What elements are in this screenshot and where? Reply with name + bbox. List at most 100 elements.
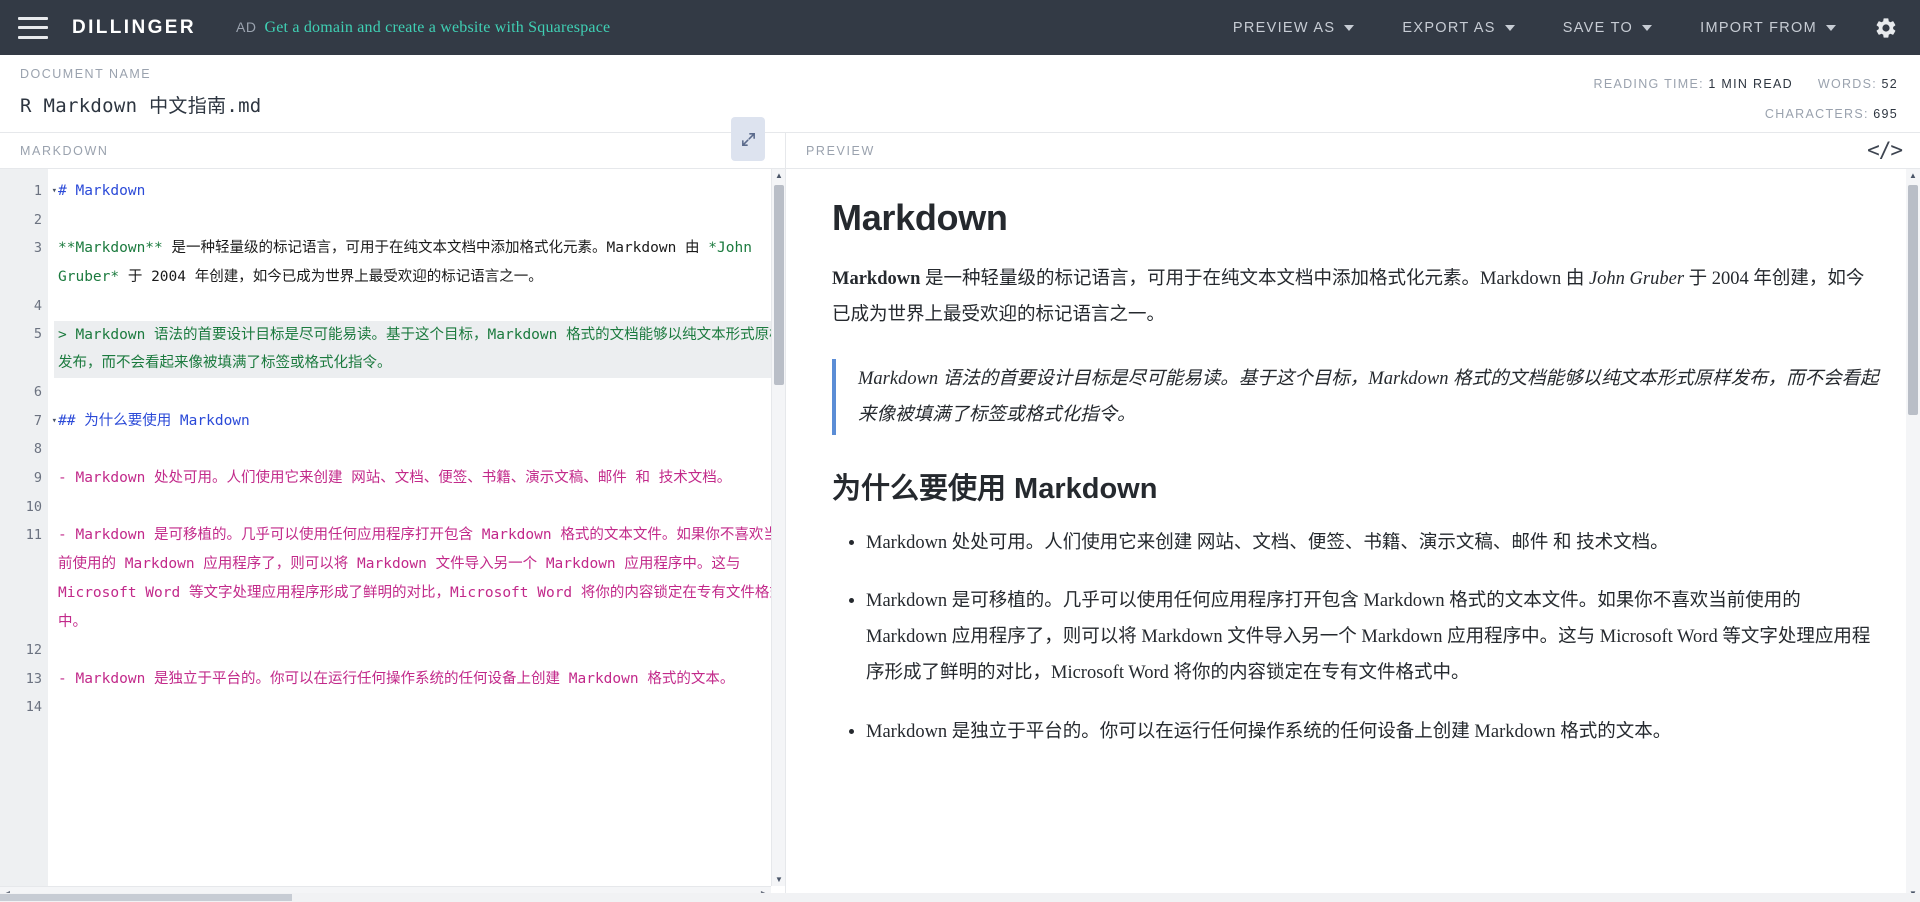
menu-save-to[interactable]: SAVE TO xyxy=(1539,20,1676,36)
line-number: 6 xyxy=(33,383,42,400)
characters-label: CHARACTERS: xyxy=(1764,106,1869,121)
code-token: - Markdown 是独立于平台的。你可以在运行任何操作系统的任何设备上创建 … xyxy=(58,670,735,687)
preview-paragraph-1: Markdown 是一种轻量级的标记语言，可用于在纯文本文档中添加格式化元素。M… xyxy=(832,261,1880,333)
code-token: - Markdown 是可移植的。几乎可以使用任何应用程序打开包含 Markdo… xyxy=(58,527,784,630)
ad-banner: AD Get a domain and create a website wit… xyxy=(236,19,610,37)
code-token: 于 2004 年创建，如今已成为世界上最受欢迎的标记语言之一。 xyxy=(119,269,543,286)
gear-icon[interactable] xyxy=(1874,16,1898,40)
code-token: ## 为什么要使用 Markdown xyxy=(58,412,250,429)
preview-scroll-thumb[interactable] xyxy=(1908,185,1918,415)
chevron-down-icon xyxy=(1504,24,1515,31)
reading-time-label: READING TIME: xyxy=(1593,77,1704,91)
ad-link[interactable]: Get a domain and create a website with S… xyxy=(264,19,610,37)
ad-label: AD xyxy=(236,18,257,35)
code-line[interactable]: ## 为什么要使用 Markdown xyxy=(54,407,785,436)
preview-scroll-region[interactable]: Markdown Markdown 是一种轻量级的标记语言，可用于在纯文本文档中… xyxy=(786,169,1920,900)
menu-save-to-label: SAVE TO xyxy=(1562,19,1634,36)
menu-export-as-label: EXPORT AS xyxy=(1402,19,1496,36)
code-line[interactable] xyxy=(54,493,785,522)
editor-preview-panes: MARKDOWN 1 ▾ 2 3 4 5 6 7 ▾ 8 9 10 11 12 13 14 # Markdow… xyxy=(0,117,1920,901)
markdown-code-area[interactable]: # Markdown **Markdown** 是一种轻量级的标记语言，可用于在… xyxy=(48,169,785,900)
preview-para1-text-a: 是一种轻量级的标记语言，可用于在纯文本文档中添加格式化元素。Markdown 由 xyxy=(920,269,1589,289)
code-line[interactable]: > Markdown 语法的首要设计目标是尽可能易读。基于这个目标，Markdo… xyxy=(54,320,785,378)
top-navbar: DILLINGER AD Get a domain and create a w… xyxy=(0,0,1920,55)
code-line[interactable]: - Markdown 处处可用。人们使用它来创建 网站、文档、便签、书籍、演示文… xyxy=(54,464,785,493)
code-line[interactable] xyxy=(54,435,785,464)
fold-arrow-icon[interactable]: ▾ xyxy=(52,177,57,206)
line-number: 7 ▾ xyxy=(0,407,57,436)
code-token: **Markdown** xyxy=(58,240,163,257)
preview-scroll-up-arrow-icon[interactable]: ▲ xyxy=(1906,171,1920,180)
line-number: 14 xyxy=(25,699,42,716)
scroll-down-arrow-icon[interactable]: ▼ xyxy=(772,875,785,884)
line-number: 2 xyxy=(33,211,42,228)
app-brand[interactable]: DILLINGER xyxy=(72,17,196,39)
preview-para1-emphasis: John Gruber xyxy=(1588,269,1685,289)
chevron-down-icon xyxy=(1642,24,1653,31)
scroll-up-arrow-icon[interactable]: ▲ xyxy=(772,171,785,180)
document-info-bar: DOCUMENT NAME R Markdown 中文指南.md READING… xyxy=(0,55,1920,133)
page-scroll-thumb[interactable] xyxy=(0,894,292,901)
code-line[interactable]: **Markdown** 是一种轻量级的标记语言，可用于在纯文本文档中添加格式化… xyxy=(54,234,785,291)
code-line[interactable] xyxy=(54,694,785,723)
code-token: - Markdown 处处可用。人们使用它来创建 网站、文档、便签、书籍、演示文… xyxy=(58,470,732,487)
code-line[interactable] xyxy=(54,206,785,235)
line-number: 10 xyxy=(25,498,42,515)
hamburger-bar xyxy=(18,26,48,29)
chevron-down-icon xyxy=(1826,24,1836,31)
hamburger-bar xyxy=(18,35,48,39)
code-brackets-icon[interactable]: </> xyxy=(1867,138,1903,162)
line-number: 13 xyxy=(25,670,42,687)
code-line[interactable] xyxy=(54,636,785,665)
hamburger-icon[interactable] xyxy=(18,16,48,39)
preview-vertical-scrollbar[interactable]: ▲ ▼ xyxy=(1906,169,1920,900)
code-line[interactable] xyxy=(54,292,785,321)
preview-list: Markdown 处处可用。人们使用它来创建 网站、文档、便签、书籍、演示文稿、… xyxy=(832,525,1880,749)
stats-line-1: READING TIME: 1 MIN READ WORDS: 52 xyxy=(1594,69,1899,99)
markdown-editor[interactable]: 1 ▾ 2 3 4 5 6 7 ▾ 8 9 10 11 12 13 14 # Markdown **Markd… xyxy=(0,169,785,900)
words-value: 52 xyxy=(1881,77,1898,91)
editor-scroll-thumb[interactable] xyxy=(774,185,784,385)
menu-import-from[interactable]: IMPORT FROM xyxy=(1676,20,1860,36)
code-line[interactable]: - Markdown 是独立于平台的。你可以在运行任何操作系统的任何设备上创建 … xyxy=(54,665,785,694)
fold-arrow-icon[interactable]: ▾ xyxy=(52,407,57,436)
line-number: 8 xyxy=(33,441,42,458)
code-line[interactable] xyxy=(54,378,785,407)
line-number: 4 xyxy=(33,297,42,314)
code-line[interactable]: - Markdown 是可移植的。几乎可以使用任何应用程序打开包含 Markdo… xyxy=(54,521,785,636)
reading-time-value: 1 MIN READ xyxy=(1708,77,1793,91)
code-token: > Markdown 语法的首要设计目标是尽可能易读。基于这个目标，Markdo… xyxy=(58,326,784,372)
line-number: 9 xyxy=(33,469,42,486)
list-item: Markdown 处处可用。人们使用它来创建 网站、文档、便签、书籍、演示文稿、… xyxy=(866,525,1880,561)
menu-import-from-label: IMPORT FROM xyxy=(1700,19,1817,36)
code-token: # Markdown xyxy=(58,183,146,199)
preview-blockquote: Markdown 语法的首要设计目标是尽可能易读。基于这个目标，Markdown… xyxy=(832,359,1880,436)
markdown-pane-header: MARKDOWN xyxy=(0,117,785,169)
navbar-menu: PREVIEW AS EXPORT AS SAVE TO IMPORT FROM xyxy=(1209,16,1902,40)
preview-heading-1: Markdown xyxy=(832,197,1008,238)
page-horizontal-scrollbar[interactable] xyxy=(0,893,1920,902)
menu-preview-as-label: PREVIEW AS xyxy=(1232,19,1336,36)
list-item: Markdown 是可移植的。几乎可以使用任何应用程序打开包含 Markdown… xyxy=(866,583,1880,691)
code-token: 是一种轻量级的标记语言，可用于在纯文本文档中添加格式化元素。Markdown 由 xyxy=(162,240,709,257)
expand-arrows-icon[interactable] xyxy=(731,117,765,161)
hamburger-bar xyxy=(18,16,48,20)
preview-para1-bold: Markdown xyxy=(832,269,921,289)
words-label: WORDS: xyxy=(1817,77,1878,91)
list-item: Markdown 是独立于平台的。你可以在运行任何操作系统的任何设备上创建 Ma… xyxy=(866,714,1880,750)
markdown-pane: MARKDOWN 1 ▾ 2 3 4 5 6 7 ▾ 8 9 10 11 12 13 14 # Markdow… xyxy=(0,117,786,901)
editor-vertical-scrollbar[interactable]: ▲ ▼ xyxy=(771,169,785,886)
preview-pane-header: PREVIEW </> xyxy=(786,133,1920,169)
menu-preview-as[interactable]: PREVIEW AS xyxy=(1209,20,1378,36)
menu-export-as[interactable]: EXPORT AS xyxy=(1378,20,1538,36)
code-line[interactable]: # Markdown xyxy=(54,177,785,206)
chevron-down-icon xyxy=(1344,24,1355,31)
preview-pane: PREVIEW </> Markdown Markdown 是一种轻量级的标记语… xyxy=(786,133,1920,901)
line-number: 5 xyxy=(33,326,42,343)
